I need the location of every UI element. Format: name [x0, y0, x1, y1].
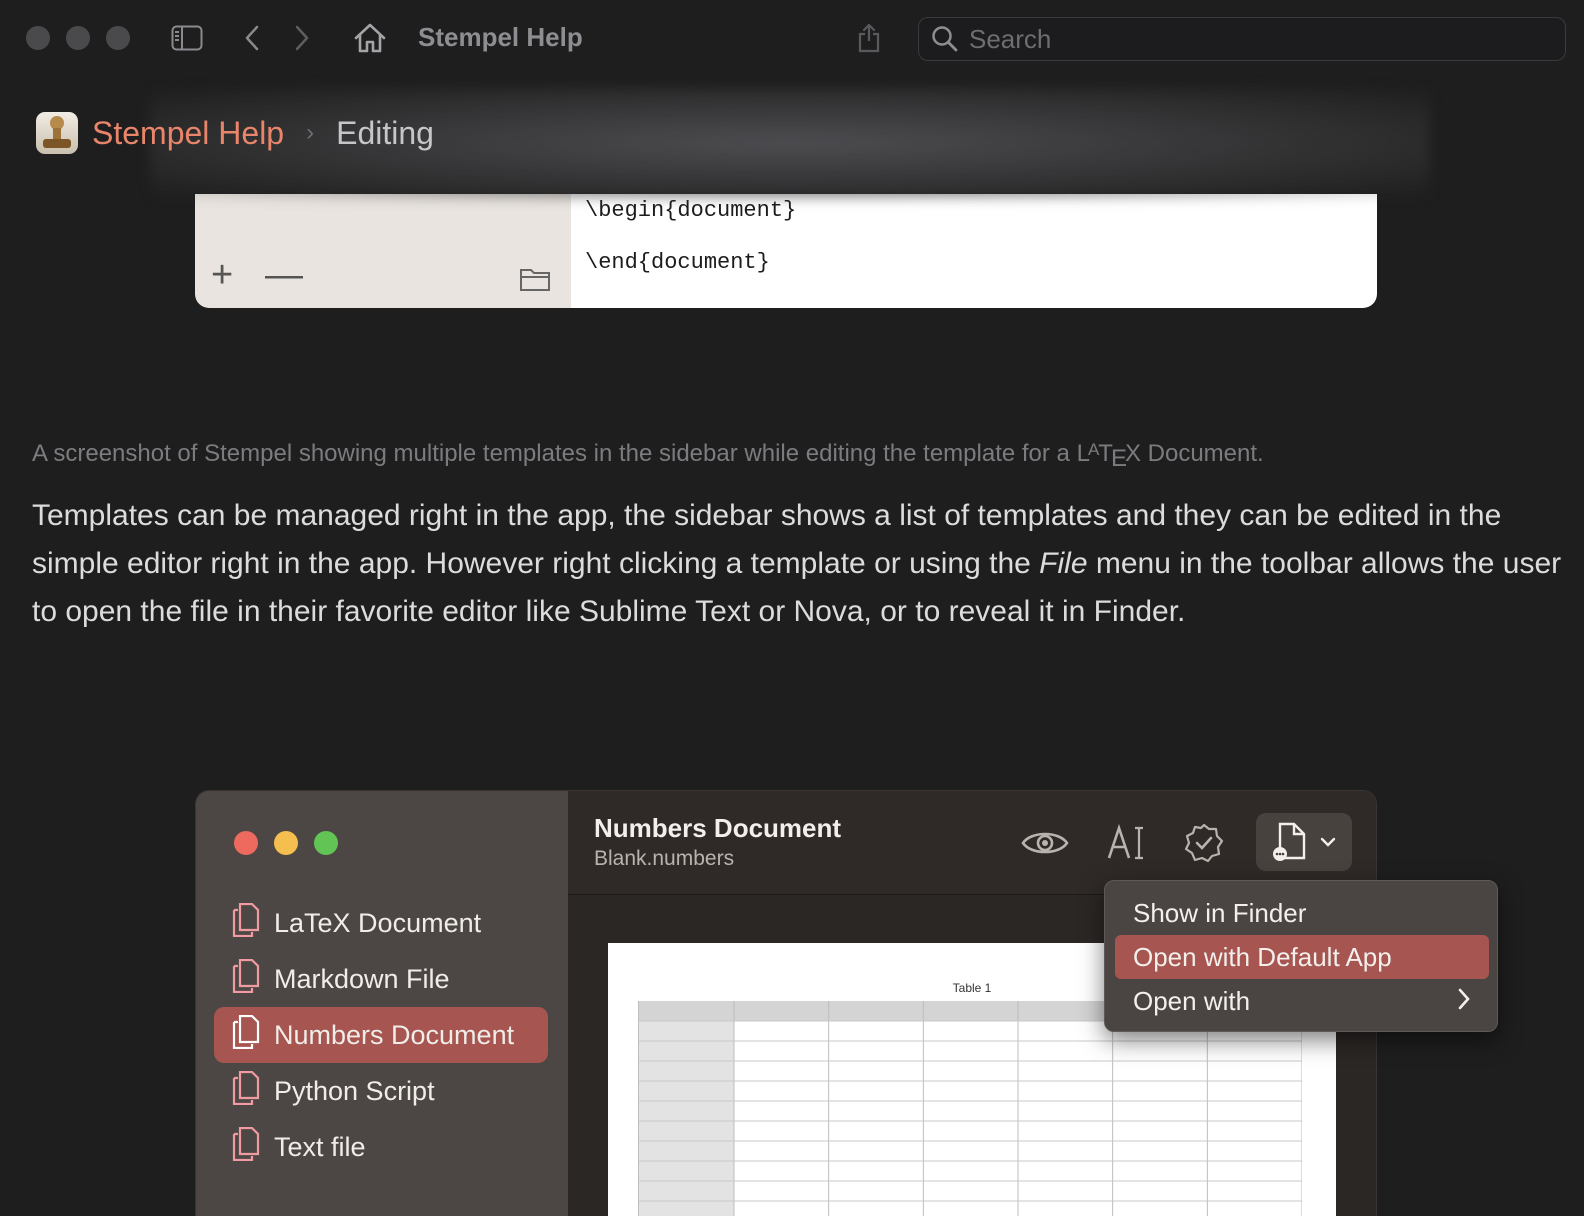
latex-logo: LATEX [1076, 440, 1141, 472]
code-line: \begin{document} [585, 198, 797, 223]
document-title: Numbers Document [594, 813, 842, 843]
verified-badge-icon [1182, 817, 1226, 869]
breadcrumb-current: Editing [336, 114, 434, 151]
search-icon [931, 25, 959, 53]
caption-suffix: Document. [1140, 440, 1264, 467]
document-icon [232, 1126, 260, 1168]
document-icon [232, 958, 260, 1000]
document-icon [232, 1070, 260, 1112]
figure-caption: A screenshot of Stempel showing multiple… [32, 440, 1562, 473]
sidebar-toggle-icon[interactable] [170, 20, 204, 56]
caption-prefix: A screenshot of Stempel showing multiple… [32, 440, 1077, 467]
document-filename: Blank.numbers [594, 847, 735, 870]
minimize-button[interactable] [66, 26, 90, 50]
zoom-button[interactable] [106, 26, 130, 50]
sidebar-item-text-file: Text file [214, 1119, 548, 1175]
figure2-sidebar: LaTeX Document Markdown File Numbers Doc… [196, 791, 568, 1216]
breadcrumb-separator: › [306, 119, 315, 146]
figure2-minimize-dot [274, 831, 298, 855]
text-format-icon [1106, 817, 1146, 869]
home-icon[interactable] [354, 20, 386, 56]
figure1-sidebar: + — [195, 194, 571, 308]
figure1-editor: \begin{document} \end{document} [571, 194, 1377, 308]
chevron-right-icon [1457, 987, 1471, 1018]
search-input[interactable] [969, 23, 1529, 55]
file-menu-button [1256, 813, 1352, 871]
code-line: \end{document} [585, 250, 770, 275]
menu-item-open-with-default-app: Open with Default App [1115, 935, 1489, 979]
file-menu-emphasis: File [1039, 547, 1088, 580]
help-window: Stempel Help Stempel Help › Editing + — [0, 0, 1584, 1216]
menu-item-open-with: Open with [1115, 979, 1489, 1023]
forward-icon[interactable] [290, 20, 314, 56]
sidebar-item-latex-document: LaTeX Document [214, 895, 548, 951]
spreadsheet-grid [638, 1001, 1302, 1216]
stempel-app-icon [36, 112, 78, 154]
menu-item-show-in-finder: Show in Finder [1133, 897, 1307, 928]
file-context-menu: Show in Finder Open with Default App Ope… [1104, 880, 1498, 1032]
document-icon [232, 1014, 260, 1056]
body-paragraph: Templates can be managed right in the ap… [32, 499, 1562, 628]
sidebar-item-numbers-document: Numbers Document [214, 1007, 548, 1063]
breadcrumb: Stempel Help › Editing [36, 110, 434, 156]
add-template-button: + [211, 254, 234, 296]
back-icon[interactable] [240, 20, 264, 56]
figure2-zoom-dot [314, 831, 338, 855]
title-bar: Stempel Help [0, 0, 1584, 76]
sidebar-item-markdown-file: Markdown File [214, 951, 548, 1007]
eye-icon [1020, 817, 1070, 869]
search-field[interactable] [918, 17, 1566, 61]
document-icon [232, 902, 260, 944]
remove-template-button: — [265, 254, 303, 296]
figure-editor-screenshot: + — \begin{document} \end{document} [195, 194, 1377, 308]
window-title: Stempel Help [418, 22, 583, 52]
share-icon[interactable] [856, 20, 882, 56]
sidebar-item-python-script: Python Script [214, 1063, 548, 1119]
close-button[interactable] [26, 26, 50, 50]
chevron-down-icon [1320, 837, 1336, 847]
file-menu-icon [1272, 822, 1308, 862]
breadcrumb-root-link[interactable]: Stempel Help [92, 115, 284, 152]
figure2-close-dot [234, 831, 258, 855]
folder-icon [519, 266, 551, 297]
